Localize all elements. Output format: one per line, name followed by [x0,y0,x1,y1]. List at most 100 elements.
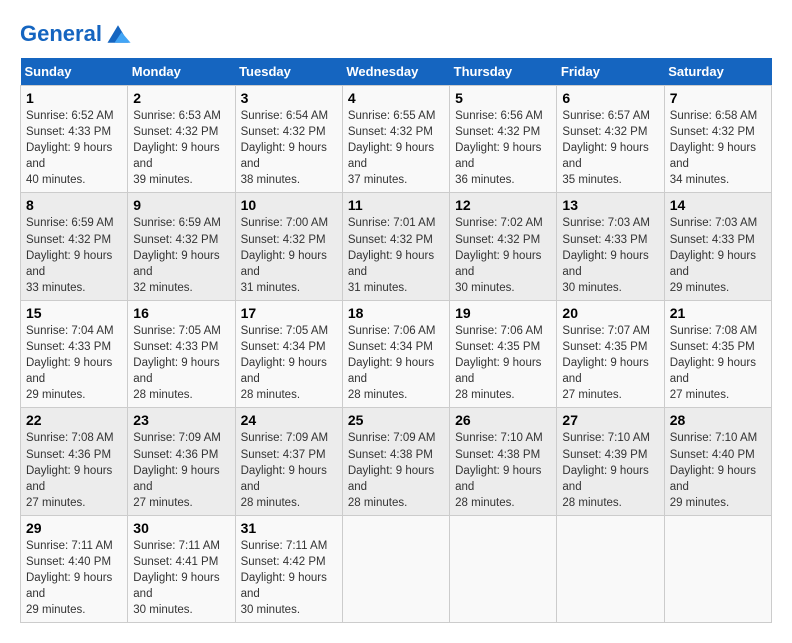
calendar-cell: 20 Sunrise: 7:07 AMSunset: 4:35 PMDayligh… [557,300,664,407]
day-number: 17 [241,305,337,321]
calendar-cell [557,515,664,622]
calendar-cell: 24 Sunrise: 7:09 AMSunset: 4:37 PMDayligh… [235,408,342,515]
col-header-monday: Monday [128,58,235,86]
calendar-cell [450,515,557,622]
day-number: 21 [670,305,766,321]
calendar-cell: 15Sunrise: 7:04 AMSunset: 4:33 PMDayligh… [21,300,128,407]
calendar-cell: 19 Sunrise: 7:06 AMSunset: 4:35 PMDayligh… [450,300,557,407]
day-number: 20 [562,305,658,321]
day-info: Sunrise: 7:09 AMSunset: 4:37 PMDaylight:… [241,430,337,510]
col-header-sunday: Sunday [21,58,128,86]
day-number: 16 [133,305,229,321]
calendar-cell: 4 Sunrise: 6:55 AMSunset: 4:32 PMDaylight… [342,86,449,193]
day-number: 6 [562,90,658,106]
day-number: 11 [348,197,444,213]
day-info: Sunrise: 7:07 AMSunset: 4:35 PMDaylight:… [562,323,658,403]
day-info: Sunrise: 7:09 AMSunset: 4:38 PMDaylight:… [348,430,444,510]
day-number: 10 [241,197,337,213]
day-info: Sunrise: 7:10 AMSunset: 4:38 PMDaylight:… [455,430,551,510]
day-info: Sunrise: 6:53 AMSunset: 4:32 PMDaylight:… [133,108,229,188]
day-number: 13 [562,197,658,213]
day-number: 28 [670,412,766,428]
calendar-cell: 11 Sunrise: 7:01 AMSunset: 4:32 PMDayligh… [342,193,449,300]
day-number: 24 [241,412,337,428]
calendar-week-5: 29 Sunrise: 7:11 AMSunset: 4:40 PMDayligh… [21,515,772,622]
day-info: Sunrise: 7:03 AMSunset: 4:33 PMDaylight:… [562,215,658,295]
day-number: 2 [133,90,229,106]
day-number: 1 [26,90,122,106]
calendar-cell: 5Sunrise: 6:56 AMSunset: 4:32 PMDaylight… [450,86,557,193]
day-number: 31 [241,520,337,536]
day-number: 27 [562,412,658,428]
calendar-week-4: 22Sunrise: 7:08 AMSunset: 4:36 PMDayligh… [21,408,772,515]
calendar-cell: 3 Sunrise: 6:54 AMSunset: 4:32 PMDaylight… [235,86,342,193]
calendar-week-2: 8 Sunrise: 6:59 AMSunset: 4:32 PMDaylight… [21,193,772,300]
day-info: Sunrise: 7:09 AMSunset: 4:36 PMDaylight:… [133,430,229,510]
calendar-cell [664,515,771,622]
day-info: Sunrise: 6:52 AMSunset: 4:33 PMDaylight:… [26,108,122,188]
day-number: 8 [26,197,122,213]
col-header-tuesday: Tuesday [235,58,342,86]
calendar-week-3: 15Sunrise: 7:04 AMSunset: 4:33 PMDayligh… [21,300,772,407]
day-info: Sunrise: 7:05 AMSunset: 4:33 PMDaylight:… [133,323,229,403]
day-number: 23 [133,412,229,428]
day-info: Sunrise: 6:55 AMSunset: 4:32 PMDaylight:… [348,108,444,188]
logo-text: General [20,22,102,46]
day-number: 3 [241,90,337,106]
day-info: Sunrise: 7:10 AMSunset: 4:39 PMDaylight:… [562,430,658,510]
day-info: Sunrise: 7:06 AMSunset: 4:34 PMDaylight:… [348,323,444,403]
day-number: 26 [455,412,551,428]
day-info: Sunrise: 7:08 AMSunset: 4:35 PMDaylight:… [670,323,766,403]
day-number: 30 [133,520,229,536]
day-info: Sunrise: 7:05 AMSunset: 4:34 PMDaylight:… [241,323,337,403]
day-info: Sunrise: 7:01 AMSunset: 4:32 PMDaylight:… [348,215,444,295]
day-number: 25 [348,412,444,428]
calendar-cell: 21 Sunrise: 7:08 AMSunset: 4:35 PMDayligh… [664,300,771,407]
calendar-cell: 31Sunrise: 7:11 AMSunset: 4:42 PMDayligh… [235,515,342,622]
calendar-cell: 23 Sunrise: 7:09 AMSunset: 4:36 PMDayligh… [128,408,235,515]
calendar-cell: 9 Sunrise: 6:59 AMSunset: 4:32 PMDaylight… [128,193,235,300]
calendar-cell: 17 Sunrise: 7:05 AMSunset: 4:34 PMDayligh… [235,300,342,407]
day-number: 7 [670,90,766,106]
day-number: 4 [348,90,444,106]
day-info: Sunrise: 7:11 AMSunset: 4:40 PMDaylight:… [26,538,122,618]
day-number: 14 [670,197,766,213]
calendar-table: SundayMondayTuesdayWednesdayThursdayFrid… [20,58,772,623]
col-header-saturday: Saturday [664,58,771,86]
calendar-cell: 2 Sunrise: 6:53 AMSunset: 4:32 PMDaylight… [128,86,235,193]
day-info: Sunrise: 7:02 AMSunset: 4:32 PMDaylight:… [455,215,551,295]
day-info: Sunrise: 6:59 AMSunset: 4:32 PMDaylight:… [133,215,229,295]
day-number: 18 [348,305,444,321]
logo-icon [104,20,132,48]
header: General [20,20,772,48]
calendar-cell: 27 Sunrise: 7:10 AMSunset: 4:39 PMDayligh… [557,408,664,515]
calendar-cell: 13 Sunrise: 7:03 AMSunset: 4:33 PMDayligh… [557,193,664,300]
day-number: 29 [26,520,122,536]
calendar-cell: 12 Sunrise: 7:02 AMSunset: 4:32 PMDayligh… [450,193,557,300]
calendar-cell: 28 Sunrise: 7:10 AMSunset: 4:40 PMDayligh… [664,408,771,515]
calendar-cell: 29 Sunrise: 7:11 AMSunset: 4:40 PMDayligh… [21,515,128,622]
day-number: 12 [455,197,551,213]
calendar-cell: 16 Sunrise: 7:05 AMSunset: 4:33 PMDayligh… [128,300,235,407]
day-number: 9 [133,197,229,213]
day-number: 5 [455,90,551,106]
calendar-week-1: 1 Sunrise: 6:52 AMSunset: 4:33 PMDaylight… [21,86,772,193]
day-number: 19 [455,305,551,321]
calendar-cell: 10Sunrise: 7:00 AMSunset: 4:32 PMDayligh… [235,193,342,300]
day-info: Sunrise: 7:03 AMSunset: 4:33 PMDaylight:… [670,215,766,295]
col-header-friday: Friday [557,58,664,86]
calendar-cell: 18 Sunrise: 7:06 AMSunset: 4:34 PMDayligh… [342,300,449,407]
calendar-cell: 1 Sunrise: 6:52 AMSunset: 4:33 PMDaylight… [21,86,128,193]
calendar-cell: 7Sunrise: 6:58 AMSunset: 4:32 PMDaylight… [664,86,771,193]
day-info: Sunrise: 6:57 AMSunset: 4:32 PMDaylight:… [562,108,658,188]
day-info: Sunrise: 6:54 AMSunset: 4:32 PMDaylight:… [241,108,337,188]
logo: General [20,20,132,48]
calendar-cell [342,515,449,622]
calendar-cell: 26 Sunrise: 7:10 AMSunset: 4:38 PMDayligh… [450,408,557,515]
calendar-cell: 8Sunrise: 6:59 AMSunset: 4:32 PMDaylight… [21,193,128,300]
day-info: Sunrise: 7:08 AMSunset: 4:36 PMDaylight:… [26,430,122,510]
day-info: Sunrise: 7:10 AMSunset: 4:40 PMDaylight:… [670,430,766,510]
calendar-cell: 6 Sunrise: 6:57 AMSunset: 4:32 PMDaylight… [557,86,664,193]
calendar-cell: 14 Sunrise: 7:03 AMSunset: 4:33 PMDayligh… [664,193,771,300]
day-info: Sunrise: 7:06 AMSunset: 4:35 PMDaylight:… [455,323,551,403]
